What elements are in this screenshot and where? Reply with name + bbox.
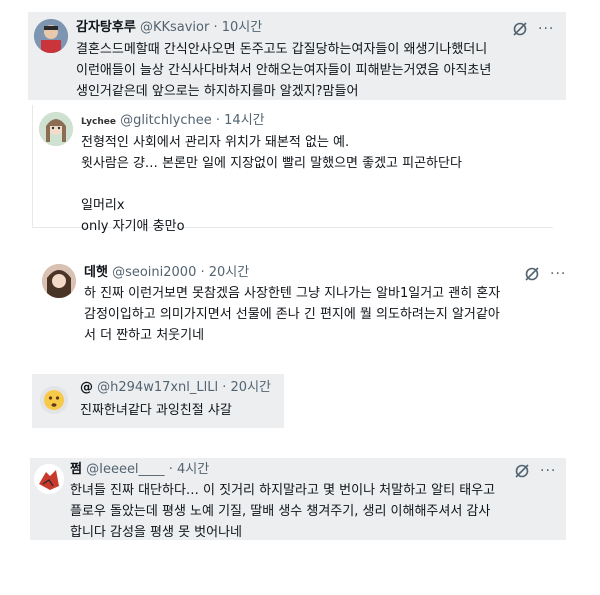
display-name[interactable]: @ <box>80 380 93 395</box>
post-card[interactable]: 감자탕후루 @KKsavior · 10시간 ··· 결혼스드메할때 간식안사오… <box>28 12 566 100</box>
post-header: 데햇 @seoini2000 · 20시간 <box>84 265 249 281</box>
display-name[interactable]: 쩜 <box>70 462 82 477</box>
timestamp[interactable]: · 20시간 <box>222 380 271 395</box>
display-name[interactable]: 감자탕후루 <box>76 20 136 35</box>
avatar-image-icon <box>39 112 73 146</box>
avatar[interactable] <box>34 19 68 53</box>
avatar[interactable] <box>40 386 68 414</box>
post-actions: ··· <box>524 266 566 282</box>
more-options-icon[interactable]: ··· <box>538 22 554 36</box>
post-header: 감자탕후루 @KKsavior · 10시간 <box>76 20 262 36</box>
post-header: @ @h294w17xnl_LlLl · 20시간 <box>80 380 271 396</box>
avatar-image-icon <box>34 464 64 494</box>
more-options-icon[interactable]: ··· <box>540 464 556 478</box>
avatar-image-icon <box>34 19 68 53</box>
post-actions: ··· <box>512 21 554 37</box>
timestamp[interactable]: · 14시간 <box>216 113 265 128</box>
post-text: 한녀들 진짜 대단하다… 이 짓거리 하지말라고 몇 번이나 처말하고 알티 태… <box>70 483 496 540</box>
emoji-avatar-icon <box>40 386 68 414</box>
avatar[interactable] <box>34 464 64 494</box>
timestamp[interactable]: · 10시간 <box>214 20 263 35</box>
user-handle[interactable]: @h294w17xnl_LlLl <box>97 380 218 395</box>
mute-icon[interactable] <box>512 21 528 37</box>
avatar[interactable] <box>39 112 73 146</box>
post-card[interactable]: 데햇 @seoini2000 · 20시간 ··· 하 진짜 이런거보면 못참겠… <box>38 258 568 348</box>
user-handle[interactable]: @glitchlychee <box>120 113 212 128</box>
post-text: 전형적인 사회에서 관리자 위치가 돼본적 없는 예. 윗사람은 걍… 본론만 … <box>81 135 462 234</box>
post-card[interactable]: @ @h294w17xnl_LlLl · 20시간 진짜한녀같다 과잉친절 샤갈 <box>32 374 284 428</box>
more-options-icon[interactable]: ··· <box>550 267 566 281</box>
display-name[interactable]: 데햇 <box>84 265 108 280</box>
user-handle[interactable]: @seoini2000 <box>112 265 196 280</box>
timestamp[interactable]: · 4시간 <box>169 462 209 477</box>
brand-badge[interactable]: Lychee <box>81 117 116 127</box>
post-text: 하 진짜 이런거보면 못참겠음 사장한텐 그냥 지나가는 알바1일거고 괜히 혼… <box>84 286 501 343</box>
timestamp[interactable]: · 20시간 <box>200 265 249 280</box>
mute-icon[interactable] <box>514 463 530 479</box>
user-handle[interactable]: @KKsavior <box>140 20 209 35</box>
post-card[interactable]: Lychee @glitchlychee · 14시간 전형적인 사회에서 관리… <box>32 105 553 234</box>
post-actions: ··· <box>514 463 556 479</box>
mute-icon[interactable] <box>524 266 540 282</box>
post-card[interactable]: 쩜 @Ieeeel____ · 4시간 ··· 한녀들 진짜 대단하다… 이 짓… <box>30 458 566 540</box>
post-header: Lychee @glitchlychee · 14시간 <box>81 113 265 130</box>
post-text: 결혼스드메할때 간식안사오면 돈주고도 갑질당하는여자들이 왜생기나했더니 이런… <box>76 42 492 99</box>
avatar-image-icon <box>42 264 76 298</box>
post-header: 쩜 @Ieeeel____ · 4시간 <box>70 462 209 478</box>
avatar[interactable] <box>42 264 76 298</box>
post-text: 진짜한녀같다 과잉친절 샤갈 <box>80 403 232 418</box>
user-handle[interactable]: @Ieeeel____ <box>86 462 164 477</box>
